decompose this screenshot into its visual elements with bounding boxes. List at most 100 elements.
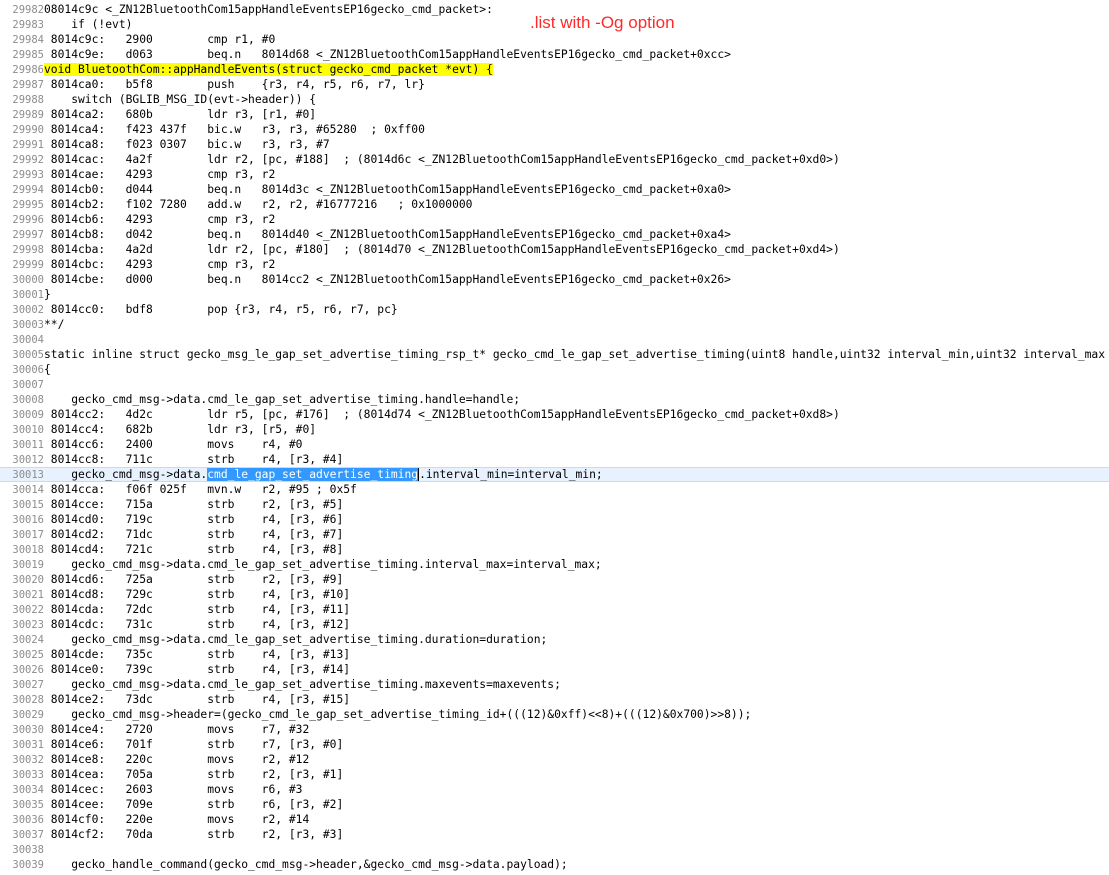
code-line[interactable]: 30003**/	[0, 317, 1109, 332]
line-number: 30002	[12, 304, 44, 316]
code-text: 8014cf0: 220e movs r2, #14	[44, 813, 310, 826]
code-line[interactable]: 30010 8014cc4: 682b ldr r3, [r5, #0]	[0, 422, 1109, 437]
code-line[interactable]: 30028 8014ce2: 73dc strb r4, [r3, #15]	[0, 692, 1109, 707]
code-line[interactable]: 30017 8014cd2: 71dc strb r4, [r3, #7]	[0, 527, 1109, 542]
line-number: 30035	[12, 799, 44, 811]
code-line[interactable]: 29984 8014c9c: 2900 cmp r1, #0	[0, 32, 1109, 47]
code-line[interactable]: 30026 8014ce0: 739c strb r4, [r3, #14]	[0, 662, 1109, 677]
line-number: 30001	[12, 289, 44, 301]
code-text: 8014ce6: 701f strb r7, [r3, #0]	[44, 738, 344, 751]
code-text: gecko_cmd_msg->data.cmd_le_gap_set_adver…	[44, 393, 521, 406]
code-text: 8014cbc: 4293 cmp r3, r2	[44, 258, 276, 271]
code-line[interactable]: 29985 8014c9e: d063 beq.n 8014d68 <_ZN12…	[0, 47, 1109, 62]
code-text: .interval_min=interval_min;	[419, 468, 603, 481]
code-line[interactable]: 30035 8014cee: 709e strb r6, [r3, #2]	[0, 797, 1109, 812]
code-line[interactable]: 30009 8014cc2: 4d2c ldr r5, [pc, #176] ;…	[0, 407, 1109, 422]
line-number: 29985	[12, 49, 44, 61]
code-text: 8014cbe: d000 beq.n 8014cc2 <_ZN12Blueto…	[44, 273, 731, 286]
line-number: 30018	[12, 544, 44, 556]
code-line[interactable]: 30025 8014cde: 735c strb r4, [r3, #13]	[0, 647, 1109, 662]
code-line[interactable]: 29986void BluetoothCom::appHandleEvents(…	[0, 62, 1109, 77]
code-line-current[interactable]: 30013 gecko_cmd_msg->data.cmd_le_gap_set…	[0, 467, 1109, 482]
code-line[interactable]: 29999 8014cbc: 4293 cmp r3, r2	[0, 257, 1109, 272]
line-number: 29992	[12, 154, 44, 166]
code-line[interactable]: 29991 8014ca8: f023 0307 bic.w r3, r3, #…	[0, 137, 1109, 152]
code-line[interactable]: 30001}	[0, 287, 1109, 302]
code-line[interactable]: 30020 8014cd6: 725a strb r2, [r3, #9]	[0, 572, 1109, 587]
code-text: 8014cd2: 71dc strb r4, [r3, #7]	[44, 528, 344, 541]
code-line[interactable]: 30027 gecko_cmd_msg->data.cmd_le_gap_set…	[0, 677, 1109, 692]
line-number: 29997	[12, 229, 44, 241]
code-text: 8014c9c: 2900 cmp r1, #0	[44, 33, 276, 46]
line-number: 29996	[12, 214, 44, 226]
code-line[interactable]: 30015 8014cce: 715a strb r2, [r3, #5]	[0, 497, 1109, 512]
code-line[interactable]: 30022 8014cda: 72dc strb r4, [r3, #11]	[0, 602, 1109, 617]
code-text: gecko_cmd_msg->header=(gecko_cmd_le_gap_…	[44, 708, 752, 721]
line-number: 29982	[12, 4, 44, 16]
code-text: switch (BGLIB_MSG_ID(evt->header)) {	[44, 93, 317, 106]
code-line[interactable]: 30032 8014ce8: 220c movs r2, #12	[0, 752, 1109, 767]
code-line[interactable]: 30019 gecko_cmd_msg->data.cmd_le_gap_set…	[0, 557, 1109, 572]
code-line[interactable]: 30036 8014cf0: 220e movs r2, #14	[0, 812, 1109, 827]
code-line[interactable]: 30014 8014cca: f06f 025f mvn.w r2, #95 ;…	[0, 482, 1109, 497]
code-line[interactable]: 29992 8014cac: 4a2f ldr r2, [pc, #188] ;…	[0, 152, 1109, 167]
line-number: 30033	[12, 769, 44, 781]
code-line[interactable]: 30024 gecko_cmd_msg->data.cmd_le_gap_set…	[0, 632, 1109, 647]
code-line[interactable]: 30002 8014cc0: bdf8 pop {r3, r4, r5, r6,…	[0, 302, 1109, 317]
code-line[interactable]: 30033 8014cea: 705a strb r2, [r3, #1]	[0, 767, 1109, 782]
line-number: 29990	[12, 124, 44, 136]
code-line[interactable]: 30012 8014cc8: 711c strb r4, [r3, #4]	[0, 452, 1109, 467]
code-line[interactable]: 30023 8014cdc: 731c strb r4, [r3, #12]	[0, 617, 1109, 632]
code-line[interactable]: 30037 8014cf2: 70da strb r2, [r3, #3]	[0, 827, 1109, 842]
code-line[interactable]: 30016 8014cd0: 719c strb r4, [r3, #6]	[0, 512, 1109, 527]
code-line[interactable]: 29993 8014cae: 4293 cmp r3, r2	[0, 167, 1109, 182]
line-number: 30036	[12, 814, 44, 826]
code-text: 8014ce0: 739c strb r4, [r3, #14]	[44, 663, 351, 676]
line-number: 30024	[12, 634, 44, 646]
code-line[interactable]: 30021 8014cd8: 729c strb r4, [r3, #10]	[0, 587, 1109, 602]
line-number: 30015	[12, 499, 44, 511]
code-line[interactable]: 29988 switch (BGLIB_MSG_ID(evt->header))…	[0, 92, 1109, 107]
code-text: 8014cf2: 70da strb r2, [r3, #3]	[44, 828, 344, 841]
code-line[interactable]: 30000 8014cbe: d000 beq.n 8014cc2 <_ZN12…	[0, 272, 1109, 287]
code-line[interactable]: 30011 8014cc6: 2400 movs r4, #0	[0, 437, 1109, 452]
code-line[interactable]: 29989 8014ca2: 680b ldr r3, [r1, #0]	[0, 107, 1109, 122]
code-line[interactable]: 30034 8014cec: 2603 movs r6, #3	[0, 782, 1109, 797]
code-line[interactable]: 29995 8014cb2: f102 7280 add.w r2, r2, #…	[0, 197, 1109, 212]
code-line[interactable]: 30008 gecko_cmd_msg->data.cmd_le_gap_set…	[0, 392, 1109, 407]
code-text: 8014cc4: 682b ldr r3, [r5, #0]	[44, 423, 317, 436]
line-number: 30012	[12, 454, 44, 466]
code-line[interactable]: 30029 gecko_cmd_msg->header=(gecko_cmd_l…	[0, 707, 1109, 722]
code-line[interactable]: 30004	[0, 332, 1109, 347]
code-text: gecko_handle_command(gecko_cmd_msg->head…	[44, 858, 568, 871]
line-number: 30028	[12, 694, 44, 706]
code-line[interactable]: 30006{	[0, 362, 1109, 377]
line-number: 29986	[12, 64, 44, 76]
code-text: 8014cc6: 2400 movs r4, #0	[44, 438, 303, 451]
line-number: 30016	[12, 514, 44, 526]
code-line[interactable]: 30018 8014cd4: 721c strb r4, [r3, #8]	[0, 542, 1109, 557]
code-line[interactable]: 30031 8014ce6: 701f strb r7, [r3, #0]	[0, 737, 1109, 752]
code-line[interactable]: 29990 8014ca4: f423 437f bic.w r3, r3, #…	[0, 122, 1109, 137]
code-line[interactable]: 30039 gecko_handle_command(gecko_cmd_msg…	[0, 857, 1109, 872]
code-text: 8014cca: f06f 025f mvn.w r2, #95 ; 0x5f	[44, 483, 357, 496]
line-number: 30004	[12, 334, 44, 346]
line-number: 30038	[12, 844, 44, 856]
code-text: {	[44, 363, 51, 376]
code-editor[interactable]: 2998208014c9c <_ZN12BluetoothCom15appHan…	[0, 0, 1109, 875]
code-line[interactable]: 29998 8014cba: 4a2d ldr r2, [pc, #180] ;…	[0, 242, 1109, 257]
code-text: 8014cac: 4a2f ldr r2, [pc, #188] ; (8014…	[44, 153, 840, 166]
code-line[interactable]: 30038	[0, 842, 1109, 857]
code-text: }	[44, 288, 51, 301]
code-line[interactable]: 29987 8014ca0: b5f8 push {r3, r4, r5, r6…	[0, 77, 1109, 92]
line-number: 30000	[12, 274, 44, 286]
line-number: 30039	[12, 859, 44, 871]
line-number: 30008	[12, 394, 44, 406]
code-line[interactable]: 30005static inline struct gecko_msg_le_g…	[0, 347, 1109, 362]
code-line[interactable]: 29994 8014cb0: d044 beq.n 8014d3c <_ZN12…	[0, 182, 1109, 197]
line-number: 30029	[12, 709, 44, 721]
code-line[interactable]: 30030 8014ce4: 2720 movs r7, #32	[0, 722, 1109, 737]
code-line[interactable]: 30007	[0, 377, 1109, 392]
code-line[interactable]: 29996 8014cb6: 4293 cmp r3, r2	[0, 212, 1109, 227]
code-line[interactable]: 29997 8014cb8: d042 beq.n 8014d40 <_ZN12…	[0, 227, 1109, 242]
